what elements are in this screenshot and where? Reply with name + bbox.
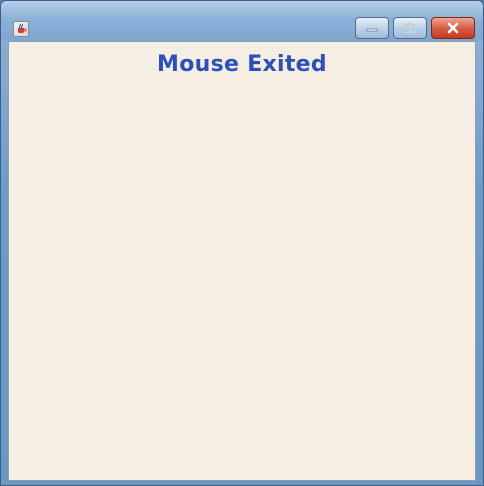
minimize-icon xyxy=(356,18,388,38)
close-button[interactable] xyxy=(431,17,475,39)
window-controls xyxy=(355,17,475,39)
maximize-button[interactable] xyxy=(393,17,427,39)
mouse-status-label: Mouse Exited xyxy=(157,52,327,77)
close-icon xyxy=(432,18,474,38)
java-cup-icon[interactable] xyxy=(13,21,29,37)
app-window: Mouse Exited xyxy=(0,0,484,486)
title-bar[interactable] xyxy=(1,1,483,41)
minimize-button[interactable] xyxy=(355,17,389,39)
maximize-icon xyxy=(394,18,426,38)
content-panel[interactable]: Mouse Exited xyxy=(8,41,476,481)
